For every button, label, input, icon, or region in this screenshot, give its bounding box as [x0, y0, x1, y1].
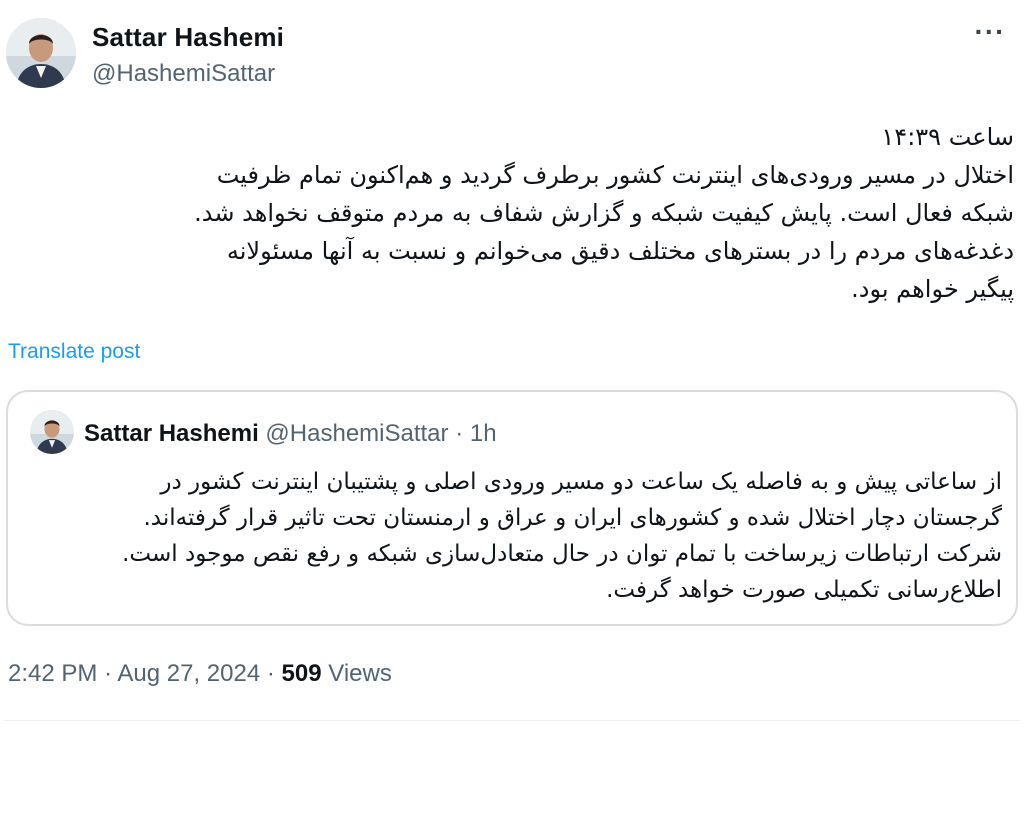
divider [4, 720, 1020, 721]
quoted-text-line: شرکت ارتباطات زیرساخت با تمام توان در حا… [122, 541, 1002, 567]
quoted-post-meta: Sattar Hashemi @HashemiSattar · 1h [84, 420, 497, 448]
more-options-button[interactable]: ··· [970, 18, 1010, 54]
post-text: ساعت ۱۴:۳۹ اختلال در مسیر ورودی‌های اینت… [60, 118, 1014, 308]
quoted-author-display-name: Sattar Hashemi [84, 420, 259, 447]
post-text-line: دغدغه‌های مردم را در بسترهای مختلف دقیق … [226, 237, 1014, 265]
views-count: 509 [281, 660, 322, 687]
author-avatar[interactable] [6, 18, 76, 88]
translate-post-link[interactable]: Translate post [8, 340, 140, 364]
author-display-name[interactable]: Sattar Hashemi [92, 22, 284, 53]
avatar-image [6, 18, 76, 88]
post-header: Sattar Hashemi @HashemiSattar ··· [0, 0, 1024, 100]
post-text-line: پیگیر خواهم بود. [851, 275, 1014, 303]
author-handle[interactable]: @HashemiSattar [92, 60, 275, 88]
quoted-post-text: از ساعاتی پیش و به فاصله یک ساعت دو مسیر… [28, 464, 1002, 608]
post-text-line: اختلال در مسیر ورودی‌های اینترنت کشور بر… [216, 161, 1014, 189]
views-label: Views [328, 660, 392, 687]
quoted-post-time: 1h [469, 420, 497, 447]
post-time[interactable]: 2:42 PM [8, 660, 97, 687]
quoted-author-avatar [30, 410, 74, 454]
post-footer: 2:42 PM · Aug 27, 2024 · 509 Views [8, 660, 392, 688]
post-text-line: ساعت ۱۴:۳۹ [881, 123, 1014, 151]
quoted-author-handle: @HashemiSattar [265, 420, 449, 447]
quoted-post-card[interactable]: Sattar Hashemi @HashemiSattar · 1h از سا… [6, 390, 1018, 626]
post-date[interactable]: Aug 27, 2024 [117, 660, 260, 687]
quoted-text-line: از ساعاتی پیش و به فاصله یک ساعت دو مسیر… [160, 469, 1002, 495]
meta-separator: · [455, 420, 464, 447]
footer-separator: · [104, 660, 113, 687]
footer-separator: · [266, 660, 275, 687]
quoted-text-line: گرجستان دچار اختلال شده و کشورهای ایران … [143, 505, 1002, 531]
post-text-line: شبکه فعال است. پایش کیفیت شبکه و گزارش ش… [194, 199, 1014, 227]
more-horizontal-icon: ··· [974, 16, 1006, 47]
quoted-text-line: اطلاع‌رسانی تکمیلی صورت خواهد گرفت. [606, 577, 1002, 603]
avatar-image [30, 410, 74, 454]
